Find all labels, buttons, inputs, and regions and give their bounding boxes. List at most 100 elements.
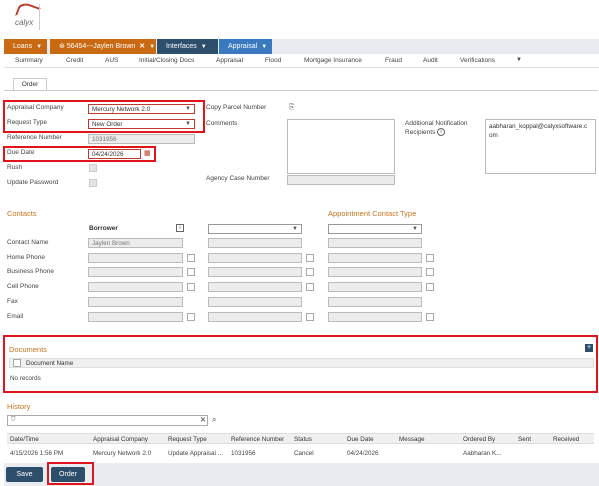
documents-header: Document Name — [9, 358, 594, 368]
subnav-credit[interactable]: Credit — [66, 57, 83, 64]
col-status[interactable]: Status — [294, 436, 312, 443]
tab-order[interactable]: Order — [13, 78, 47, 90]
subnav-mortgage-insurance[interactable]: Mortgage Insurance — [304, 57, 362, 64]
fax-label: Fax — [7, 298, 18, 305]
chevron-down-icon[interactable]: ▼ — [516, 57, 522, 63]
col-received[interactable]: Received — [553, 436, 579, 443]
subnav-summary[interactable]: Summary — [15, 57, 43, 64]
agency-case-field[interactable] — [287, 175, 395, 185]
business-phone-checkbox[interactable] — [187, 268, 195, 276]
subnav-audit[interactable]: Audit — [423, 57, 438, 64]
subnav-flood[interactable]: Flood — [265, 57, 281, 64]
col-sent[interactable]: Sent — [518, 436, 531, 443]
cell-phone-checkbox[interactable] — [426, 283, 434, 291]
loan-icon: ⊛ — [59, 43, 67, 50]
home-phone-checkbox[interactable] — [306, 254, 314, 262]
email-checkbox[interactable] — [426, 313, 434, 321]
contact-name-label: Contact Name — [7, 239, 49, 246]
other-email[interactable] — [208, 312, 302, 322]
chevron-down-icon: ▼ — [292, 226, 298, 232]
subnav-verifications[interactable]: Verifications — [460, 57, 495, 64]
table-row[interactable]: 4/15/2026 1:56 PM Mercury Network 2.0 Up… — [7, 448, 594, 459]
nav-tab-loan[interactable]: ⊛ 56454---Jaylen Brown ✕ ▼ — [50, 39, 156, 54]
nav-tab-label: Appraisal — [228, 43, 258, 50]
appointment-contact-type-title: Appointment Contact Type — [328, 209, 417, 218]
cell-phone-checkbox[interactable] — [306, 283, 314, 291]
chevron-down-icon: ▼ — [149, 44, 156, 50]
col-due-date[interactable]: Due Date — [347, 436, 374, 443]
col-appraisal-company[interactable]: Appraisal Company — [93, 436, 148, 443]
home-phone-checkbox[interactable] — [426, 254, 434, 262]
highlight-box — [3, 146, 156, 162]
cell-phone-checkbox[interactable] — [187, 283, 195, 291]
appointment-contact-name[interactable] — [328, 238, 422, 248]
info-icon[interactable]: i — [176, 224, 184, 232]
business-phone-checkbox[interactable] — [426, 268, 434, 276]
appointment-fax[interactable] — [328, 297, 422, 307]
copy-icon[interactable]: ⎘ — [289, 104, 295, 112]
update-password-checkbox[interactable] — [89, 179, 97, 187]
close-icon[interactable]: ✕ — [139, 43, 145, 50]
cell-datetime: 4/15/2026 1:56 PM — [10, 450, 64, 457]
info-icon[interactable]: i — [437, 128, 445, 136]
borrower-email[interactable] — [88, 312, 183, 322]
col-datetime[interactable]: Date/Time — [10, 436, 39, 443]
borrower-fax[interactable] — [88, 297, 183, 307]
nav-tab-interfaces[interactable]: Interfaces ▼ — [157, 39, 218, 54]
col-ordered-by[interactable]: Ordered By — [463, 436, 495, 443]
other-home-phone[interactable] — [208, 253, 302, 263]
other-fax[interactable] — [208, 297, 302, 307]
col-request-type[interactable]: Request Type — [168, 436, 207, 443]
appointment-email[interactable] — [328, 312, 422, 322]
appointment-business-phone[interactable] — [328, 267, 422, 277]
history-table-header: Date/Time Appraisal Company Request Type… — [7, 433, 594, 444]
contacts-title: Contacts — [7, 209, 37, 218]
business-phone-checkbox[interactable] — [306, 268, 314, 276]
other-cell-phone[interactable] — [208, 282, 302, 292]
subnav-appraisal[interactable]: Appraisal — [216, 57, 243, 64]
home-phone-checkbox[interactable] — [187, 254, 195, 262]
nav-tab-appraisal[interactable]: Appraisal ▼ — [219, 39, 272, 54]
copy-parcel-label: Copy Parcel Number — [206, 104, 267, 111]
history-search-input[interactable]: ⛉ ✕ — [7, 415, 208, 426]
reference-number-field[interactable]: 1031956 — [88, 134, 195, 144]
notification-email-line: aabharan_koppal@calyxsoftware.c — [489, 123, 588, 130]
recipients-label: Recipients — [405, 129, 436, 136]
chevron-down-icon: ▼ — [200, 44, 207, 50]
nav-tab-loans[interactable]: Loans ▼ — [4, 39, 47, 54]
email-checkbox[interactable] — [187, 313, 195, 321]
top-nav: Loans ▼ ⊛ 56454---Jaylen Brown ✕ ▼ Interfac… — [4, 39, 599, 54]
appointment-cell-phone[interactable] — [328, 282, 422, 292]
search-icon[interactable]: ⌕ — [212, 415, 216, 425]
col-message[interactable]: Message — [399, 436, 425, 443]
document-name-column[interactable]: Document Name — [26, 360, 73, 367]
borrower-business-phone[interactable] — [88, 267, 183, 277]
select-all-checkbox[interactable] — [13, 359, 21, 367]
cell-reference-number: 1031956 — [231, 450, 256, 457]
subnav-fraud[interactable]: Fraud — [385, 57, 402, 64]
appointment-home-phone[interactable] — [328, 253, 422, 263]
additional-notification-textarea[interactable]: aabharan_koppal@calyxsoftware.c om — [485, 119, 596, 174]
add-document-icon[interactable]: + — [585, 344, 593, 352]
subnav-initial-closing-docs[interactable]: Initial/Closing Docs — [139, 57, 194, 64]
clear-icon[interactable]: ✕ — [200, 416, 206, 424]
borrower-cell-phone[interactable] — [88, 282, 183, 292]
history-title: History — [7, 402, 31, 411]
save-button[interactable]: Save — [6, 467, 43, 482]
contact-type-select[interactable]: ▼ — [208, 224, 302, 234]
other-contact-name[interactable] — [208, 238, 302, 248]
col-reference-number[interactable]: Reference Number — [231, 436, 284, 443]
borrower-contact-name[interactable]: Jaylen Brown — [88, 238, 183, 248]
other-business-phone[interactable] — [208, 267, 302, 277]
nav-tab-label: 56454---Jaylen Brown — [66, 43, 136, 50]
borrower-home-phone[interactable] — [88, 253, 183, 263]
chevron-down-icon: ▼ — [412, 226, 418, 232]
appointment-contact-select[interactable]: ▼ — [328, 224, 422, 234]
email-checkbox[interactable] — [306, 313, 314, 321]
comments-label: Comments — [206, 120, 238, 127]
rush-checkbox[interactable] — [89, 164, 97, 172]
filter-icon: ⛉ — [11, 417, 16, 423]
subnav-aus[interactable]: AUS — [105, 57, 118, 64]
sub-nav: Summary Credit AUS Initial/Closing Docs … — [4, 55, 599, 68]
comments-textarea[interactable] — [287, 119, 395, 174]
